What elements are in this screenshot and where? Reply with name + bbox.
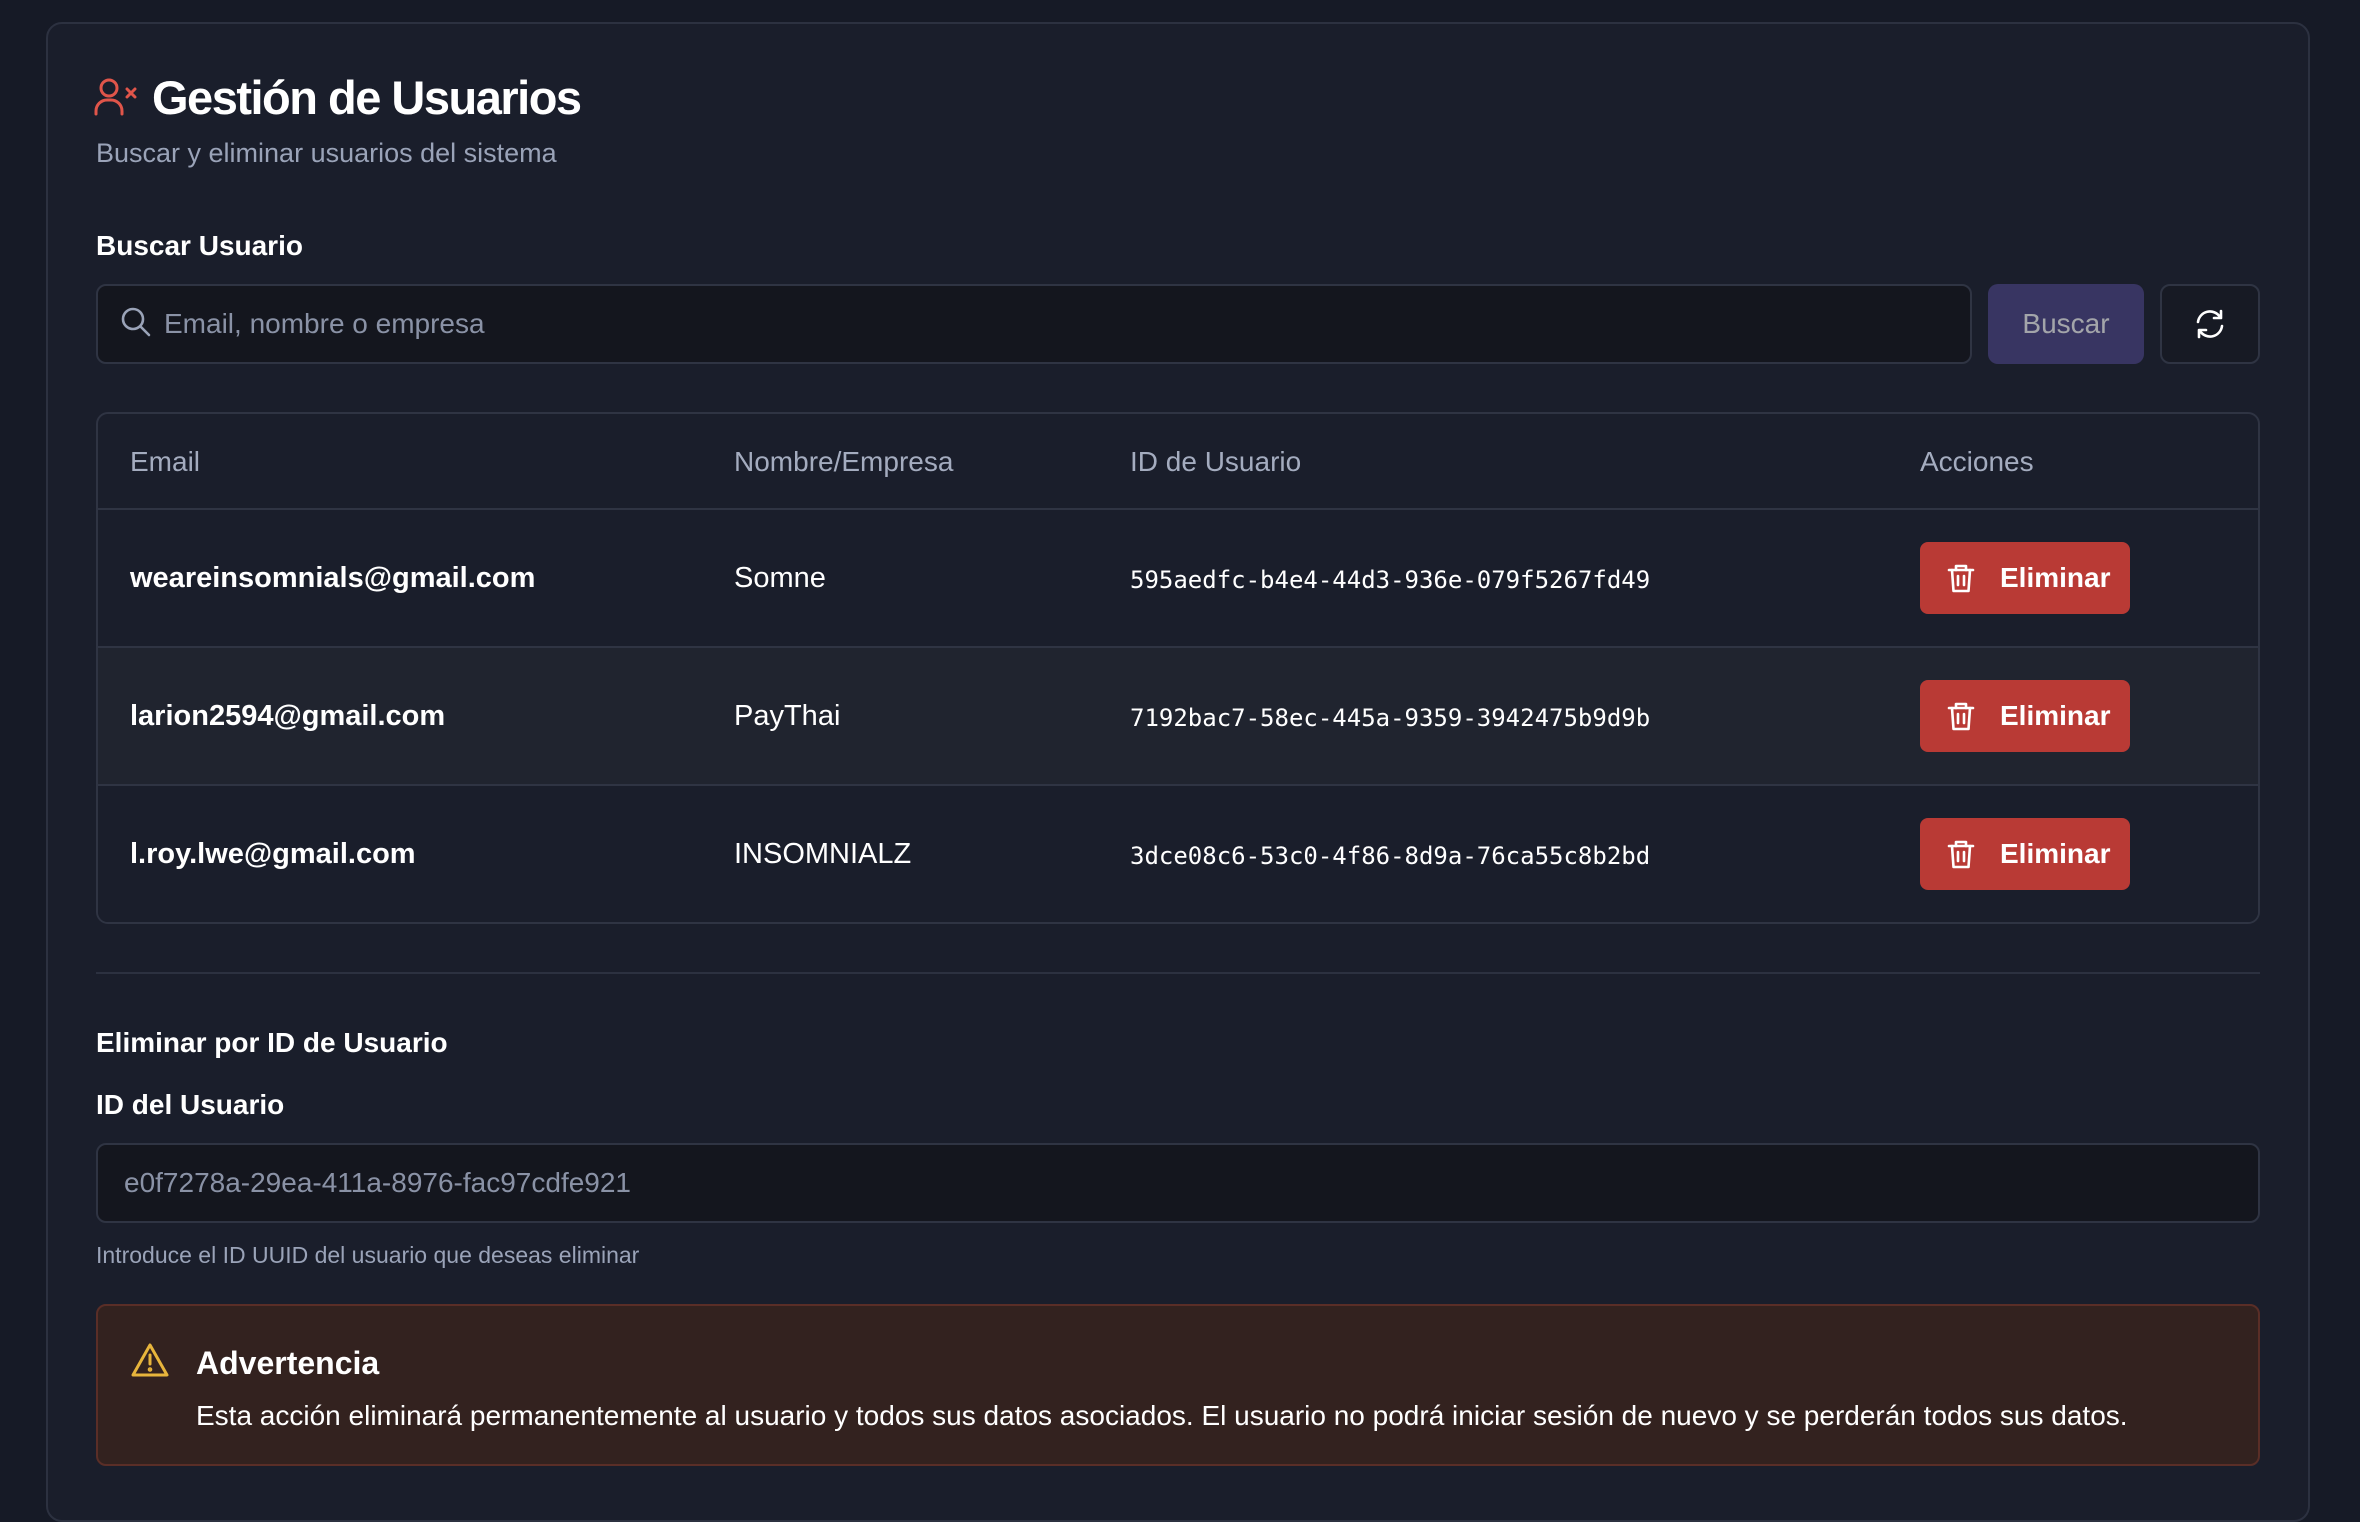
delete-user-button[interactable]: Eliminar [1920, 818, 2130, 890]
refresh-icon [2196, 309, 2224, 339]
trash-icon [1947, 564, 1975, 593]
row-user-id: 3dce08c6-53c0-4f86-8d9a-76ca55c8b2bd [1130, 842, 1651, 870]
users-table: Email Nombre/Empresa ID de Usuario Accio… [96, 412, 2260, 924]
delete-user-button[interactable]: Eliminar [1920, 680, 2130, 752]
column-header-name: Nombre/Empresa [734, 446, 954, 477]
search-button[interactable]: Buscar [1988, 284, 2144, 364]
column-header-actions: Acciones [1920, 446, 2034, 477]
delete-button-label: Eliminar [2000, 562, 2111, 593]
section-divider [96, 972, 2260, 974]
row-email: l.roy.lwe@gmail.com [130, 838, 416, 870]
refresh-button[interactable] [2160, 284, 2260, 364]
user-id-helper-text: Introduce el ID UUID del usuario que des… [96, 1242, 640, 1268]
delete-button-label: Eliminar [2000, 700, 2111, 731]
row-email: larion2594@gmail.com [130, 700, 446, 732]
table-header: Email Nombre/Empresa ID de Usuario Accio… [98, 414, 2258, 510]
page-subtitle: Buscar y eliminar usuarios del sistema [96, 138, 557, 168]
row-name: PayThai [734, 700, 841, 732]
search-input[interactable] [162, 286, 1952, 362]
trash-icon [1947, 702, 1975, 731]
row-user-id: 595aedfc-b4e4-44d3-936e-079f5267fd49 [1130, 566, 1651, 594]
delete-user-button[interactable]: Eliminar [1920, 542, 2130, 614]
table-row: l.roy.lwe@gmail.com INSOMNIALZ 3dce08c6-… [98, 786, 2258, 922]
row-user-id: 7192bac7-58ec-445a-9359-3942475b9d9b [1130, 704, 1651, 732]
delete-button-label: Eliminar [2000, 838, 2111, 869]
warning-text: Esta acción eliminará permanentemente al… [196, 1400, 2128, 1431]
alert-triangle-icon [131, 1343, 169, 1377]
warning-alert: Advertencia Esta acción eliminará perman… [96, 1304, 2260, 1466]
row-name: Somne [734, 562, 826, 594]
row-name: INSOMNIALZ [734, 838, 912, 870]
search-label: Buscar Usuario [96, 230, 303, 261]
delete-by-id-title: Eliminar por ID de Usuario [96, 1027, 448, 1058]
user-x-icon [94, 77, 138, 117]
row-email: weareinsomnials@gmail.com [130, 562, 536, 594]
search-icon [120, 306, 152, 338]
table-row: larion2594@gmail.com PayThai 7192bac7-58… [98, 648, 2258, 786]
table-row: weareinsomnials@gmail.com Somne 595aedfc… [98, 510, 2258, 648]
trash-icon [1947, 840, 1975, 869]
page-title: Gestión de Usuarios [152, 71, 582, 124]
user-id-label: ID del Usuario [96, 1089, 285, 1120]
column-header-email: Email [130, 446, 201, 477]
column-header-user-id: ID de Usuario [1130, 446, 1302, 477]
user-id-input[interactable] [122, 1145, 2232, 1221]
user-id-field[interactable] [96, 1143, 2260, 1223]
search-field[interactable] [96, 284, 1972, 364]
warning-title: Advertencia [196, 1345, 380, 1381]
